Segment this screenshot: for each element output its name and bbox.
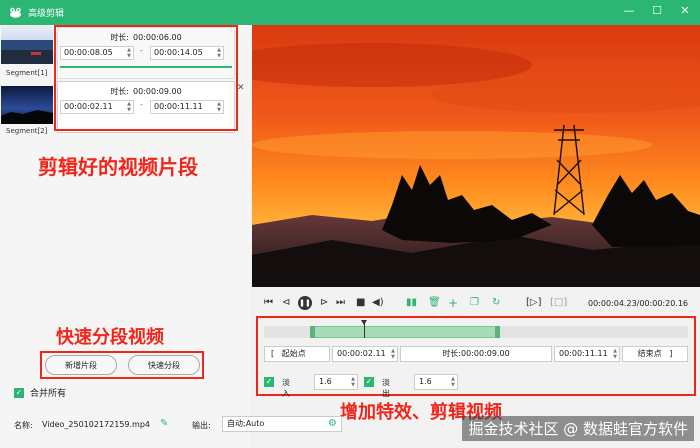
segment-1-label: Segment[1] (6, 69, 48, 77)
fade-in-label: 淡入 (282, 378, 290, 398)
mark-in-icon[interactable]: [▷] (526, 298, 542, 308)
segments-annotation: 剪辑好的视频片段 (38, 155, 198, 179)
step-back-icon[interactable]: ⊲ (282, 298, 290, 308)
window-title: 高级剪辑 (28, 9, 65, 19)
skip-to-end-icon[interactable]: ⏭ (336, 298, 345, 308)
copy-icon[interactable]: ❐ (470, 298, 479, 308)
duration-display: 时长:00:00:09.00 (400, 346, 552, 362)
end-time-input[interactable]: 00:00:11.11 ▲ ▼ (554, 346, 620, 362)
start-label: 起始点 (281, 349, 306, 358)
clip-editor: [ 起始点 00:00:02.11 ▲ ▼ 时长:00:00:09.00 00:00… (252, 316, 700, 398)
segment-2-close-icon[interactable]: ✕ (237, 83, 245, 93)
spin-icon[interactable]: ▲ ▼ (391, 348, 395, 360)
add-icon[interactable]: + (448, 297, 458, 309)
volume-icon[interactable]: ◀) (372, 298, 384, 308)
split-clip-icon[interactable]: ▮▮ (406, 298, 417, 308)
edit-pencil-icon[interactable]: ✎ (160, 418, 168, 429)
filename-value[interactable]: Video_250102172159.mp4 (42, 420, 150, 429)
trim-track[interactable] (264, 326, 688, 338)
filename-label: 名称: (14, 421, 33, 430)
spin-icon[interactable]: ▲ ▼ (351, 376, 355, 388)
title-bar: 高级剪辑 — ☐ ✕ (0, 0, 700, 25)
skip-to-start-icon[interactable]: ⏮ (264, 298, 273, 308)
quick-split-button[interactable]: 快速分段 (128, 355, 200, 375)
fade-in-input[interactable]: 1.6 ▲ ▼ (314, 374, 358, 390)
spin-icon[interactable]: ▲ ▼ (451, 376, 455, 388)
duration-value: 00:00:09.00 (461, 349, 510, 358)
split-annotation: 快速分段视频 (56, 327, 164, 348)
fade-in-checkbox[interactable]: ✓ (264, 377, 274, 387)
close-button[interactable]: ✕ (678, 4, 692, 17)
maximize-button[interactable]: ☐ (650, 4, 664, 17)
segment-2-thumbnail[interactable] (1, 86, 53, 124)
merge-all-option[interactable]: ✓ 合并所有 (14, 386, 66, 399)
minimize-button[interactable]: — (622, 4, 636, 17)
output-format-select[interactable]: 自动;Auto ⚙ (222, 416, 342, 432)
fade-out-label: 淡出 (382, 378, 390, 398)
start-time-input[interactable]: 00:00:02.11 ▲ ▼ (332, 346, 398, 362)
frog-logo-icon (8, 6, 22, 20)
segment-1-thumbnail[interactable] (1, 26, 53, 64)
fade-out-input[interactable]: 1.6 ▲ ▼ (414, 374, 458, 390)
step-forward-icon[interactable]: ⊳ (320, 298, 328, 308)
settings-gear-icon[interactable]: ⚙ (328, 417, 337, 431)
rotate-icon[interactable]: ↻ (492, 298, 500, 308)
mark-out-icon[interactable]: [□] (550, 298, 567, 308)
playhead-icon[interactable] (361, 320, 367, 338)
trim-selection[interactable] (310, 326, 500, 338)
spin-icon[interactable]: ▲ ▼ (613, 348, 617, 360)
add-segment-button[interactable]: 新增片段 (45, 355, 117, 375)
stop-icon[interactable]: ■ (356, 298, 365, 308)
segment-2-label: Segment[2] (6, 127, 48, 135)
output-label: 输出: (192, 421, 211, 430)
video-preview[interactable] (252, 25, 700, 287)
delete-icon[interactable]: 🗑 (428, 298, 441, 308)
merge-all-label: 合并所有 (30, 389, 67, 399)
end-label: 结束点 (637, 349, 662, 358)
watermark: 掘金技术社区 @ 数据蛙官方软件 (462, 416, 694, 441)
set-start-button[interactable]: [ 起始点 (264, 346, 330, 362)
player-timecode: 00:00:04.23/00:00:20.16 (588, 299, 688, 308)
left-panel: Segment[1] Segment[2] 时长: 00:00:06.00 00:… (0, 25, 250, 448)
playback-controls: ⏮ ⊲ ❚❚ ⊳ ⏭ ■ ◀) ▮▮ 🗑 + ❐ ↻ [▷] [□] 00:00… (252, 292, 700, 314)
checkbox-checked-icon[interactable]: ✓ (14, 387, 24, 398)
pause-icon[interactable]: ❚❚ (298, 296, 312, 310)
duration-label: 时长: (442, 349, 462, 358)
segment-highlight-box (54, 25, 238, 131)
set-end-button[interactable]: 结束点 ] (622, 346, 688, 362)
fade-out-checkbox[interactable]: ✓ (364, 377, 374, 387)
